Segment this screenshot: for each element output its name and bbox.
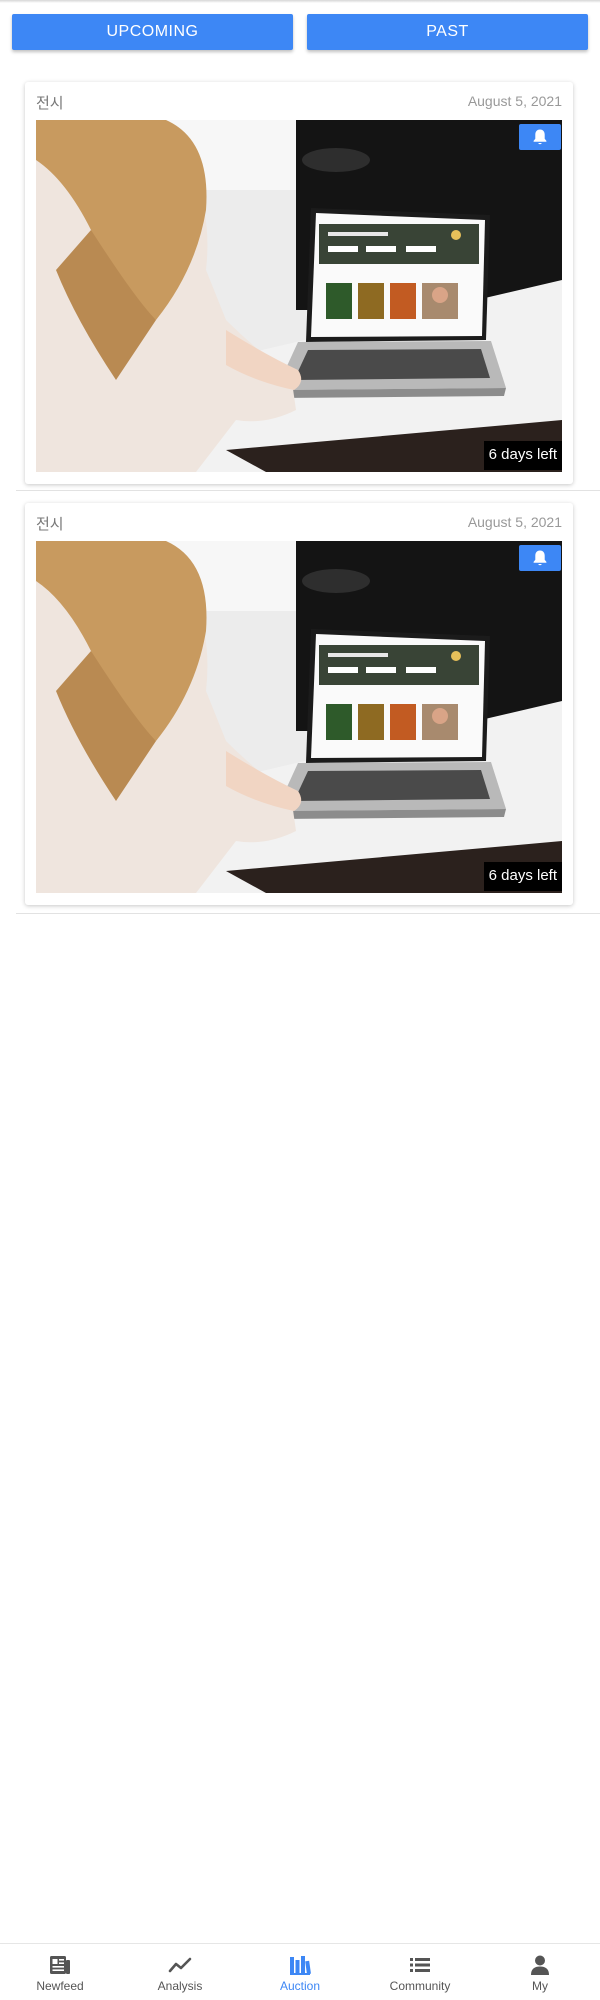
list-icon (408, 1954, 432, 1976)
days-left-badge: 6 days left (483, 862, 562, 891)
divider (16, 490, 600, 491)
tab-past[interactable]: PAST (307, 14, 588, 50)
nav-label: Community (389, 1979, 451, 1993)
nav-item-auction[interactable]: Auction (240, 1944, 360, 2000)
top-shadow (0, 0, 600, 3)
card-header: 전시 August 5, 2021 (36, 92, 562, 112)
card-image[interactable]: 6 days left (36, 541, 562, 893)
nav-label: Analysis (157, 1979, 203, 1993)
nav-label: Newfeed (36, 1979, 84, 1993)
nav-label: My (532, 1979, 548, 1993)
laptop-woman-photo (36, 120, 562, 472)
nav-item-analysis[interactable]: Analysis (120, 1944, 240, 2000)
card-category: 전시 (36, 516, 64, 533)
card-date: August 5, 2021 (467, 514, 562, 530)
nav-item-community[interactable]: Community (360, 1944, 480, 2000)
days-left-badge: 6 days left (483, 441, 562, 470)
card-date: August 5, 2021 (467, 93, 562, 109)
bell-icon (533, 550, 547, 566)
card-header: 전시 August 5, 2021 (36, 513, 562, 533)
nav-item-my[interactable]: My (480, 1944, 600, 2000)
bottom-navigation: Newfeed Analysis Auction Community My (0, 1943, 600, 2000)
tab-upcoming[interactable]: UPCOMING (12, 14, 293, 50)
notify-bell-button[interactable] (519, 124, 561, 150)
bell-icon (533, 129, 547, 145)
nav-label: Auction (279, 1979, 321, 1993)
books-icon (288, 1954, 312, 1976)
card-category: 전시 (36, 95, 64, 112)
nav-item-newfeed[interactable]: Newfeed (0, 1944, 120, 2000)
tab-bar: UPCOMING PAST (12, 14, 588, 50)
card-image[interactable]: 6 days left (36, 120, 562, 472)
person-icon (528, 1954, 552, 1976)
notify-bell-button[interactable] (519, 545, 561, 571)
divider (16, 913, 600, 914)
trending-line-icon (168, 1954, 192, 1976)
newspaper-icon (48, 1954, 72, 1976)
laptop-woman-photo (36, 541, 562, 893)
event-card[interactable]: 전시 August 5, 2021 6 days left (25, 503, 573, 905)
event-card[interactable]: 전시 August 5, 2021 6 days left (25, 82, 573, 484)
